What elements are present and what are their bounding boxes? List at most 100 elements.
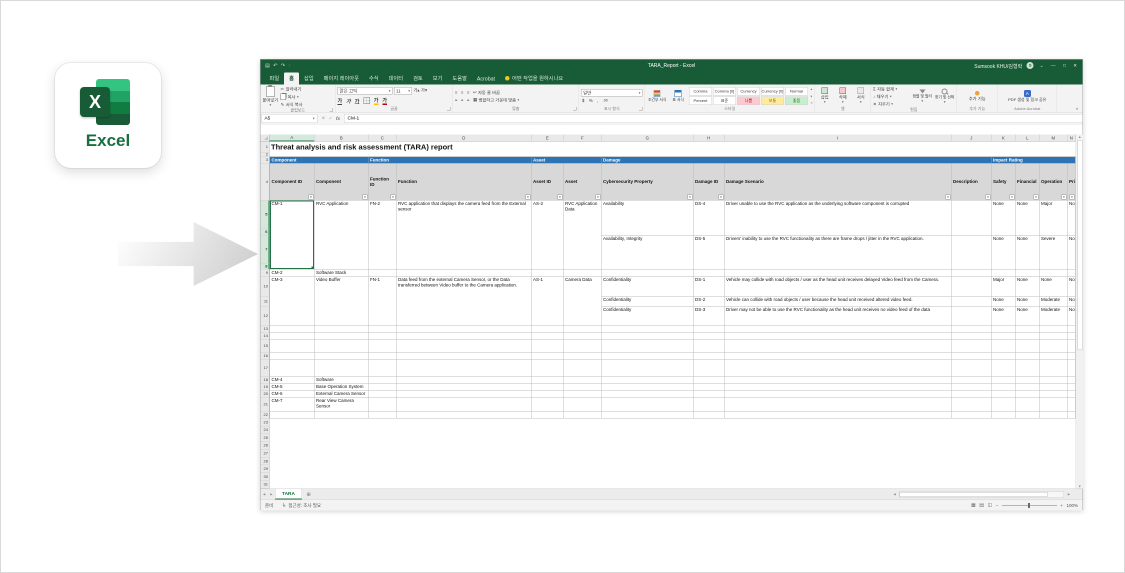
bold-button[interactable]: 가 bbox=[338, 96, 343, 105]
cell[interactable] bbox=[1016, 333, 1040, 340]
cell[interactable] bbox=[1040, 377, 1068, 384]
filter-dropdown-icon[interactable]: ▾ bbox=[526, 195, 531, 200]
cell[interactable] bbox=[725, 377, 952, 384]
cell[interactable]: None bbox=[1068, 201, 1076, 236]
cell[interactable]: Vehicle can collide with road objects / … bbox=[725, 297, 952, 307]
row-header-13[interactable]: 13 bbox=[261, 326, 270, 333]
align-middle-icon[interactable]: ≡ bbox=[461, 90, 463, 95]
dialog-launcher-icon[interactable] bbox=[573, 107, 577, 111]
row-header-16[interactable]: 16 bbox=[261, 353, 270, 360]
cell[interactable] bbox=[1016, 340, 1040, 353]
ribbon-tab-검토[interactable]: 검토 bbox=[408, 73, 428, 85]
cell[interactable]: Threat analysis and risk assessment (TAR… bbox=[270, 142, 1076, 153]
cell[interactable] bbox=[532, 353, 564, 360]
decimal-places-icon[interactable]: .00 bbox=[603, 99, 608, 103]
cell[interactable]: Driver unable to use the RVC application… bbox=[725, 201, 952, 236]
copy-button[interactable]: 복사 ▾ bbox=[281, 94, 303, 101]
cell[interactable] bbox=[602, 377, 694, 384]
sort-filter-button[interactable]: 정렬 및 필터 ▾ bbox=[912, 90, 932, 104]
fill-color-icon[interactable]: 가 bbox=[374, 96, 379, 105]
tell-me-box[interactable]: 어떤 작업을 원하시나요 bbox=[500, 75, 568, 85]
cancel-entry-icon[interactable]: ✕ bbox=[322, 116, 326, 122]
cell[interactable] bbox=[1040, 270, 1068, 277]
paste-button[interactable]: 붙여넣기 ▾ bbox=[263, 86, 279, 108]
hscroll-right-icon[interactable]: ▸ bbox=[1065, 492, 1072, 498]
cell[interactable] bbox=[1016, 384, 1040, 391]
cell-style-item[interactable]: Comma bbox=[689, 87, 712, 96]
cell[interactable] bbox=[1068, 412, 1076, 419]
filter-dropdown-icon[interactable]: ▾ bbox=[309, 195, 314, 200]
cell[interactable] bbox=[397, 270, 532, 277]
cut-button[interactable]: ✂ 잘라내기 bbox=[281, 86, 303, 92]
cell[interactable] bbox=[1016, 391, 1040, 398]
cell[interactable] bbox=[992, 377, 1016, 384]
cell[interactable]: CM-4 bbox=[270, 377, 315, 384]
cell[interactable] bbox=[992, 326, 1016, 333]
sheet-prev-icon[interactable]: ◂ bbox=[261, 492, 268, 498]
cell[interactable] bbox=[694, 384, 725, 391]
cell[interactable] bbox=[952, 236, 992, 270]
collapse-ribbon-icon[interactable]: ∧ bbox=[1076, 107, 1079, 112]
cell[interactable]: Vehicle may collide with road objects / … bbox=[725, 277, 952, 297]
cell[interactable] bbox=[725, 360, 952, 377]
cell[interactable] bbox=[270, 333, 315, 340]
borders-icon[interactable] bbox=[363, 97, 370, 104]
cell[interactable]: FN-1 bbox=[369, 277, 397, 326]
cell[interactable]: Asset▾ bbox=[564, 164, 602, 201]
cell[interactable]: None bbox=[1016, 297, 1040, 307]
column-header-B[interactable]: B bbox=[315, 135, 369, 142]
number-format-select[interactable]: 일반 ▾ bbox=[581, 89, 643, 97]
cell-style-item[interactable]: Comma [0] bbox=[713, 87, 736, 96]
cell[interactable] bbox=[992, 270, 1016, 277]
cell[interactable] bbox=[992, 391, 1016, 398]
cell[interactable] bbox=[369, 326, 397, 333]
close-icon[interactable]: ✕ bbox=[1072, 63, 1079, 69]
cell[interactable]: Confidentiality bbox=[602, 307, 694, 326]
row-header-7[interactable]: 7 bbox=[261, 236, 270, 264]
cell[interactable] bbox=[602, 391, 694, 398]
cell[interactable] bbox=[1016, 412, 1040, 419]
filter-dropdown-icon[interactable]: ▾ bbox=[391, 195, 396, 200]
column-header-I[interactable]: I bbox=[725, 135, 952, 142]
cell[interactable] bbox=[602, 398, 694, 412]
cell[interactable] bbox=[270, 326, 315, 333]
cell[interactable] bbox=[532, 412, 564, 419]
cell[interactable]: Component bbox=[270, 157, 369, 164]
row-header-24[interactable]: 24 bbox=[261, 426, 270, 434]
cell[interactable]: Impact Rating bbox=[992, 157, 1076, 164]
cell-style-item[interactable]: 표준 bbox=[713, 97, 736, 106]
cell[interactable] bbox=[564, 326, 602, 333]
cell[interactable]: Description▾ bbox=[952, 164, 992, 201]
cell[interactable]: None bbox=[992, 201, 1016, 236]
cell[interactable] bbox=[725, 340, 952, 353]
cell[interactable] bbox=[992, 398, 1016, 412]
cell[interactable]: CM-6 bbox=[270, 391, 315, 398]
cell-style-item[interactable]: Currency [0] bbox=[761, 87, 784, 96]
cell[interactable]: Confidentiality bbox=[602, 277, 694, 297]
cell[interactable] bbox=[315, 412, 369, 419]
cell[interactable]: Component ID▾ bbox=[270, 164, 315, 201]
row-header-31[interactable]: 31 bbox=[261, 481, 270, 489]
addins-button[interactable]: 추가 기능 bbox=[965, 91, 990, 101]
row-header-15[interactable]: 15 bbox=[261, 340, 270, 353]
cell[interactable]: None bbox=[992, 297, 1016, 307]
cell[interactable]: None bbox=[1068, 236, 1076, 270]
cell[interactable] bbox=[725, 326, 952, 333]
cell[interactable] bbox=[397, 384, 532, 391]
cell-style-item[interactable]: Percent bbox=[689, 97, 712, 106]
cell[interactable]: None bbox=[1016, 307, 1040, 326]
gallery-up-icon[interactable]: ▴ bbox=[810, 87, 812, 91]
cell[interactable] bbox=[992, 384, 1016, 391]
row-header-20[interactable]: 20 bbox=[261, 391, 270, 398]
cell[interactable] bbox=[1040, 333, 1068, 340]
cell[interactable] bbox=[992, 333, 1016, 340]
column-header-H[interactable]: H bbox=[694, 135, 725, 142]
cell[interactable] bbox=[369, 384, 397, 391]
column-header-G[interactable]: G bbox=[602, 135, 694, 142]
cell[interactable]: Operation▾ bbox=[1040, 164, 1068, 201]
cell[interactable] bbox=[1016, 270, 1040, 277]
cell[interactable]: None bbox=[1068, 277, 1076, 297]
cell[interactable]: External Camera Sensor bbox=[315, 391, 369, 398]
accessibility-status[interactable]: ♿ 접근성: 조사 필요 bbox=[282, 502, 321, 509]
cell[interactable] bbox=[270, 360, 315, 377]
